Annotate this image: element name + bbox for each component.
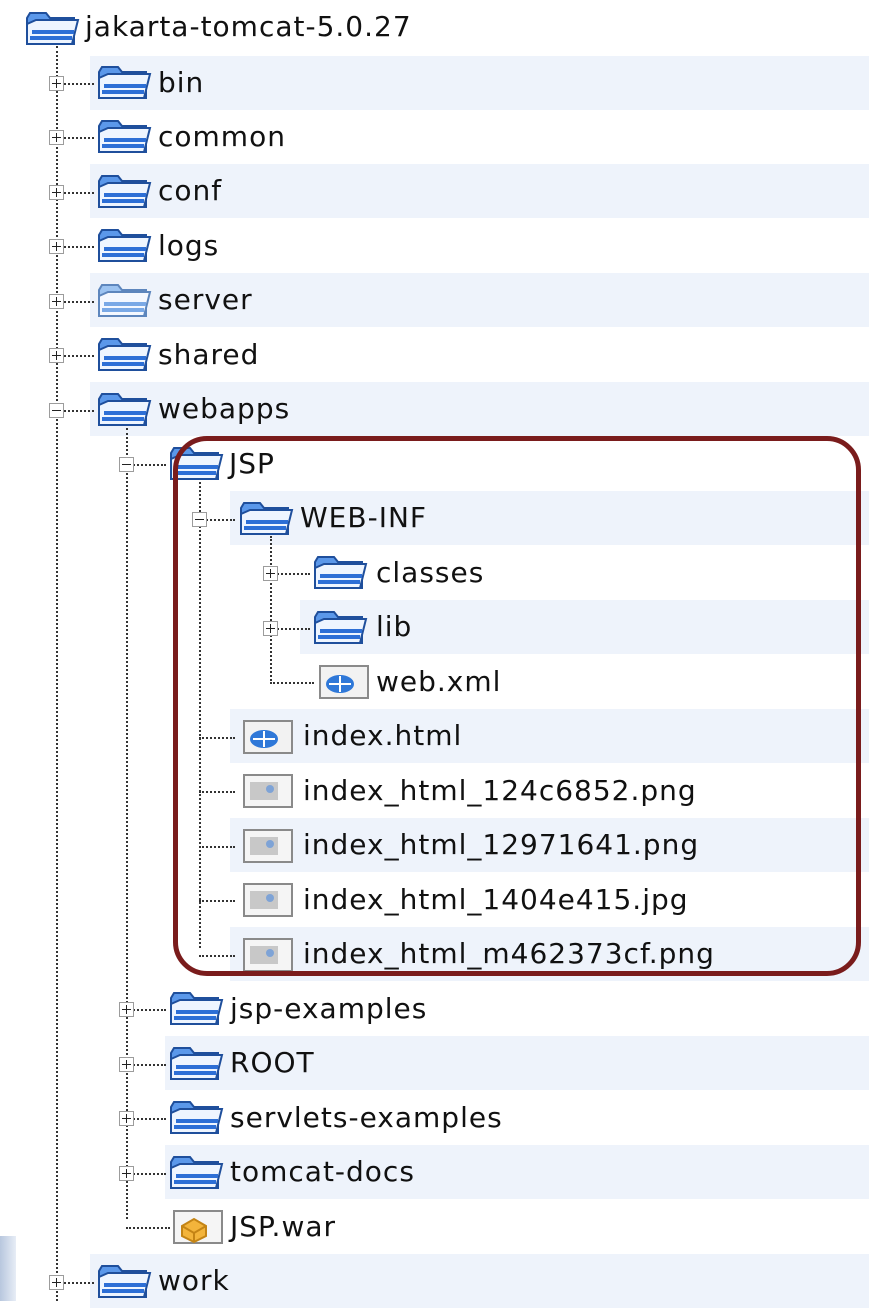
tree-label-root-app[interactable]: ROOT (230, 1036, 315, 1090)
tree-label-web-xml[interactable]: web.xml (376, 655, 501, 709)
tree-row-bin[interactable] (90, 56, 869, 110)
expand-button[interactable] (119, 1111, 134, 1126)
tree-label-webapps[interactable]: webapps (158, 382, 290, 436)
expand-button[interactable] (49, 294, 64, 309)
folder-icon[interactable] (96, 391, 152, 429)
expand-button[interactable] (49, 1275, 64, 1290)
expand-button[interactable] (263, 566, 278, 581)
folder-icon[interactable] (96, 227, 152, 265)
tree-label-classes[interactable]: classes (376, 546, 484, 600)
tree-label-web-inf[interactable]: WEB-INF (300, 491, 427, 545)
tree-label-index-html[interactable]: index.html (303, 709, 462, 763)
tree-label-conf[interactable]: conf (158, 164, 222, 218)
folder-icon[interactable] (312, 609, 368, 647)
folder-icon[interactable] (96, 118, 152, 156)
tree-label-jsp-war[interactable]: JSP.war (230, 1200, 336, 1254)
image-file-icon[interactable] (240, 881, 296, 919)
folder-icon[interactable] (168, 990, 224, 1028)
tree-label-server[interactable]: server (158, 273, 253, 327)
xml-file-icon[interactable] (316, 663, 372, 701)
folder-icon[interactable] (96, 282, 152, 320)
tree-label-jsp-examples[interactable]: jsp-examples (230, 982, 427, 1036)
tree-label-servlets-examples[interactable]: servlets-examples (230, 1091, 503, 1145)
tree-connector (56, 46, 58, 1301)
war-archive-icon[interactable] (170, 1208, 226, 1246)
tree-label-png3[interactable]: index_html_m462373cf.png (303, 927, 715, 981)
folder-icon[interactable] (168, 1045, 224, 1083)
folder-icon[interactable] (312, 554, 368, 592)
expand-button[interactable] (49, 185, 64, 200)
html-file-icon[interactable] (240, 718, 296, 756)
expand-button[interactable] (119, 1057, 134, 1072)
folder-icon[interactable] (96, 1263, 152, 1301)
expand-button[interactable] (49, 348, 64, 363)
tree-label-work[interactable]: work (158, 1254, 230, 1308)
tree-connector (199, 846, 235, 848)
expand-button[interactable] (49, 76, 64, 91)
tree-connector (199, 955, 235, 957)
collapse-button[interactable] (49, 403, 64, 418)
folder-icon[interactable] (168, 1099, 224, 1137)
file-tree: jakarta-tomcat-5.0.27 bin common conf lo… (0, 0, 869, 1308)
folder-icon[interactable] (96, 64, 152, 102)
tree-label-common[interactable]: common (158, 110, 286, 164)
tree-label-png1[interactable]: index_html_124c6852.png (303, 764, 697, 818)
folder-icon[interactable] (168, 445, 224, 483)
tree-connector (199, 737, 235, 739)
left-edge-strip (0, 1236, 16, 1301)
expand-button[interactable] (49, 239, 64, 254)
tree-label-jsp[interactable]: JSP (229, 437, 275, 491)
tree-connector (126, 428, 128, 1219)
tree-label-png2[interactable]: index_html_12971641.png (303, 818, 699, 872)
tree-label-lib[interactable]: lib (376, 600, 412, 654)
tree-label-bin[interactable]: bin (158, 56, 204, 110)
folder-icon[interactable] (24, 10, 80, 48)
tree-connector (199, 900, 235, 902)
collapse-button[interactable] (192, 512, 207, 527)
tree-label-shared[interactable]: shared (158, 328, 259, 382)
folder-icon[interactable] (168, 1154, 224, 1192)
folder-icon[interactable] (96, 336, 152, 374)
image-file-icon[interactable] (240, 936, 296, 974)
folder-icon[interactable] (238, 500, 294, 538)
tree-label-jpg1[interactable]: index_html_1404e415.jpg (303, 873, 689, 927)
tree-connector (199, 791, 235, 793)
expand-button[interactable] (119, 1002, 134, 1017)
tree-label-logs[interactable]: logs (158, 219, 219, 273)
collapse-button[interactable] (119, 457, 134, 472)
tree-connector (126, 1227, 170, 1229)
expand-button[interactable] (263, 621, 278, 636)
tree-connector (199, 482, 201, 948)
folder-icon[interactable] (96, 173, 152, 211)
tree-connector (270, 682, 314, 684)
expand-button[interactable] (49, 130, 64, 145)
tree-connector (270, 536, 272, 684)
image-file-icon[interactable] (240, 772, 296, 810)
image-file-icon[interactable] (240, 827, 296, 865)
tree-label-root[interactable]: jakarta-tomcat-5.0.27 (85, 0, 412, 54)
tree-label-tomcat-docs[interactable]: tomcat-docs (230, 1145, 415, 1199)
expand-button[interactable] (119, 1166, 134, 1181)
